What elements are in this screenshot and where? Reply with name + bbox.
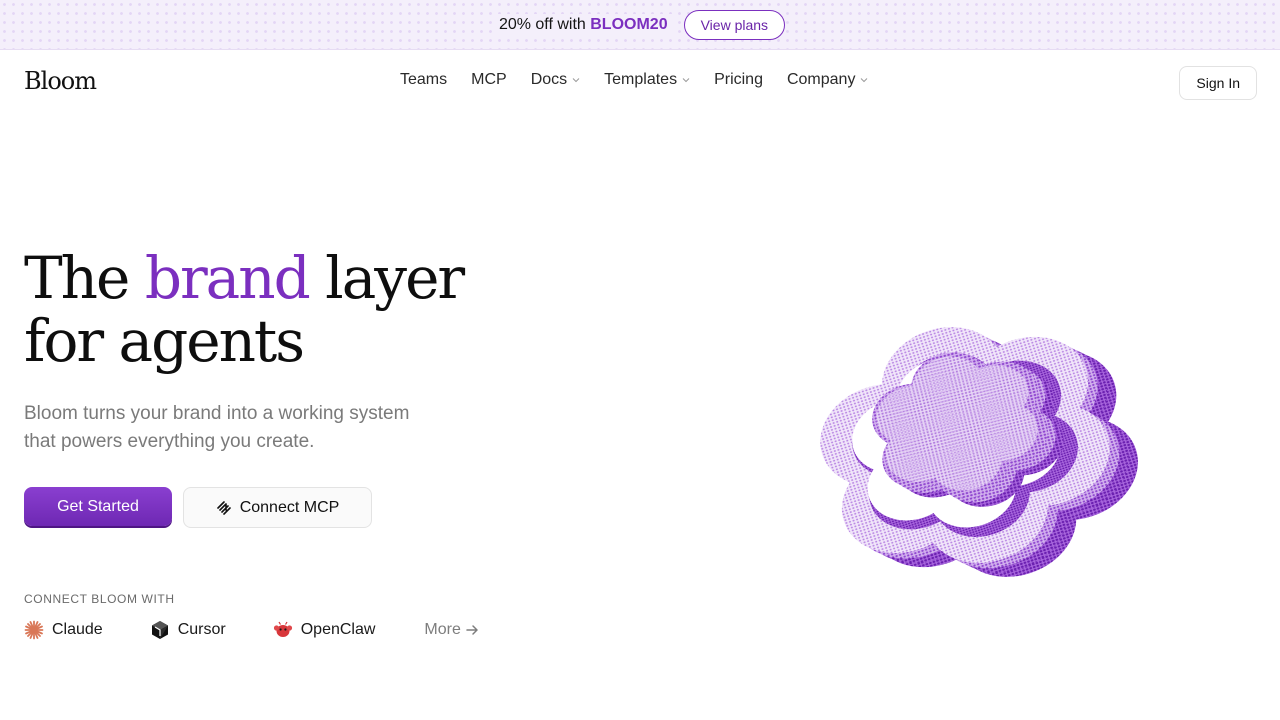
chevron-down-icon	[572, 78, 580, 83]
chevron-down-icon	[861, 78, 868, 83]
mcp-icon	[216, 500, 231, 515]
openclaw-icon	[273, 621, 292, 637]
more-integrations-link[interactable]: More	[424, 621, 478, 639]
promo-text: 20% off with BLOOM20	[494, 13, 672, 36]
integrations-label: CONNECT BLOOM WITH	[24, 592, 175, 606]
get-started-button[interactable]: Get Started	[24, 487, 172, 526]
hero-title-part: layer	[308, 244, 465, 312]
integrations-list: Claude Cursor OpenClaw More	[24, 620, 479, 640]
integration-label: Cursor	[177, 621, 226, 638]
integration-label: OpenClaw	[300, 621, 376, 638]
nav-label: Docs	[530, 71, 568, 88]
hero-title: The brand layer for agents	[24, 247, 544, 373]
nav-label: Templates	[604, 71, 678, 88]
promo-prefix: 20% off with	[498, 15, 591, 33]
promo-banner: 20% off with BLOOM20 View plans	[0, 0, 1280, 50]
hero-title-accent: brand	[144, 244, 311, 312]
view-plans-button[interactable]: View plans	[683, 9, 786, 40]
hero-title-line2: for agents	[24, 307, 305, 375]
nav-label: Company	[786, 71, 856, 88]
hero-subtitle: Bloom turns your brand into a working sy…	[24, 403, 410, 452]
nav-item-templates[interactable]: Templates	[604, 71, 690, 89]
nav-label: MCP	[471, 71, 507, 88]
top-nav: Bloom Teams MCP Docs Templates Pricing C…	[0, 51, 1280, 115]
nav-label: Pricing	[714, 71, 763, 88]
nav-links: Teams MCP Docs Templates Pricing Company	[400, 71, 868, 89]
promo-code: BLOOM20	[590, 15, 668, 33]
connect-mcp-label: Connect MCP	[239, 498, 340, 516]
flower-3d-illustration	[795, 287, 1163, 616]
cursor-icon	[151, 621, 168, 639]
nav-item-docs[interactable]: Docs	[531, 71, 580, 89]
nav-item-company[interactable]: Company	[787, 71, 868, 89]
hero-title-part: The	[24, 244, 145, 312]
nav-label: Teams	[400, 71, 448, 88]
integration-cursor[interactable]: Cursor	[150, 620, 226, 640]
logo[interactable]: Bloom	[24, 67, 97, 95]
chevron-down-icon	[682, 78, 690, 83]
sign-in-button[interactable]: Sign In	[1179, 66, 1257, 100]
nav-item-mcp[interactable]: MCP	[471, 71, 507, 89]
integration-openclaw[interactable]: OpenClaw	[273, 620, 376, 640]
integration-label: Claude	[52, 621, 103, 638]
connect-mcp-button[interactable]: Connect MCP	[183, 487, 372, 528]
cta-row: Get Started Connect MCP	[24, 487, 372, 528]
claude-icon	[24, 620, 44, 640]
arrow-right-icon	[466, 625, 478, 635]
nav-item-pricing[interactable]: Pricing	[714, 71, 763, 89]
more-label: More	[424, 621, 461, 638]
integration-claude[interactable]: Claude	[24, 620, 103, 640]
nav-item-teams[interactable]: Teams	[400, 71, 447, 89]
